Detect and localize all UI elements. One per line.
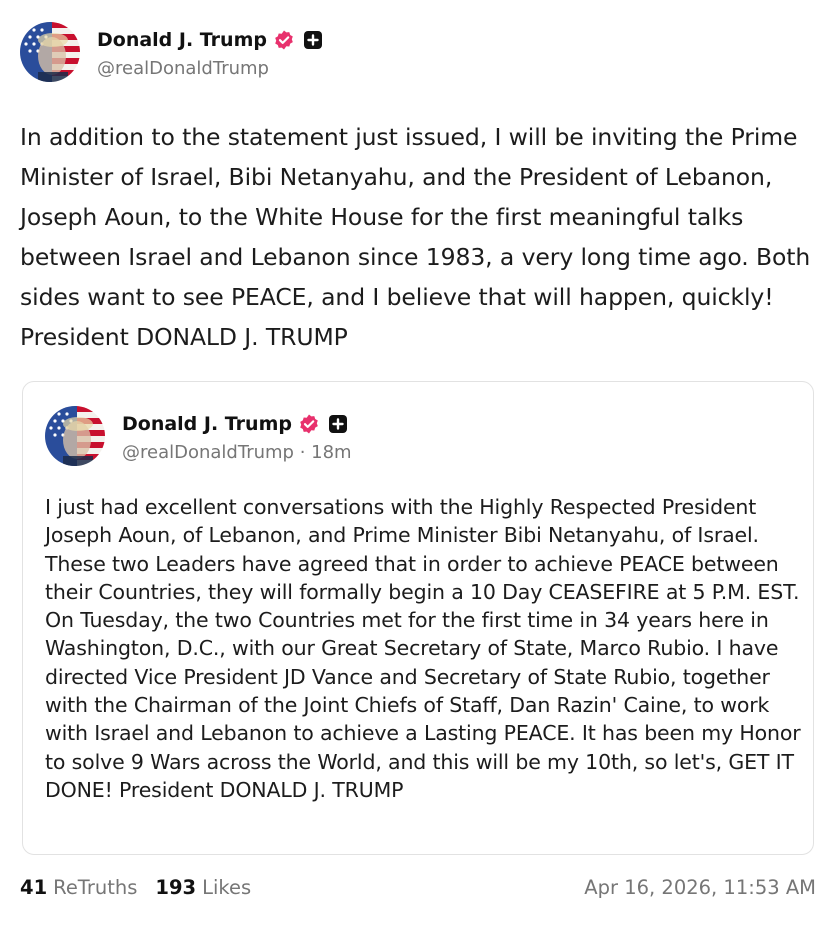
truth-post: Donald J. Trump @realDonaldTrump In addi… — [0, 0, 840, 931]
avatar[interactable] — [20, 22, 80, 82]
quoted-post-body-text: I just had excellent conversations with … — [45, 495, 801, 802]
verified-badge-icon — [298, 413, 320, 435]
author-display-name[interactable]: Donald J. Trump — [97, 29, 267, 51]
quoted-avatar[interactable] — [45, 406, 105, 466]
post-body-text: In addition to the statement just issued… — [20, 123, 811, 351]
plus-badge-icon — [303, 30, 322, 49]
engagement-stats: 41 ReTruths 193 Likes — [20, 876, 269, 899]
author-identity: Donald J. Trump @realDonaldTrump — [97, 26, 322, 79]
quoted-author-handle-time[interactable]: @realDonaldTrump · 18m — [122, 442, 352, 463]
likes-label: Likes — [202, 875, 252, 899]
post-timestamp[interactable]: Apr 16, 2026, 11:53 AM — [584, 876, 816, 899]
plus-badge-icon — [328, 414, 347, 433]
quoted-post-header: Donald J. Trump @realDonaldTrump · 18m — [45, 406, 352, 466]
avatar-flag-portrait — [45, 406, 105, 466]
quoted-author-name-row: Donald J. Trump — [122, 410, 352, 438]
likes-stat[interactable]: 193 Likes — [155, 876, 251, 899]
quoted-author-display-name[interactable]: Donald J. Trump — [122, 413, 292, 435]
retruths-stat[interactable]: 41 ReTruths — [20, 876, 137, 899]
verified-badge-icon — [273, 29, 295, 51]
avatar-flag-portrait — [20, 22, 80, 82]
post-header: Donald J. Trump @realDonaldTrump — [20, 21, 322, 83]
author-name-row: Donald J. Trump — [97, 26, 322, 54]
quoted-author-identity: Donald J. Trump @realDonaldTrump · 18m — [122, 410, 352, 463]
post-footer: 41 ReTruths 193 Likes Apr 16, 2026, 11:53 … — [20, 872, 816, 902]
author-handle[interactable]: @realDonaldTrump — [97, 58, 322, 79]
retruths-count: 41 — [20, 875, 48, 899]
likes-count: 193 — [155, 875, 197, 899]
quoted-post-card[interactable]: Donald J. Trump @realDonaldTrump · 18m I… — [22, 381, 814, 855]
retruths-label: ReTruths — [53, 875, 138, 899]
